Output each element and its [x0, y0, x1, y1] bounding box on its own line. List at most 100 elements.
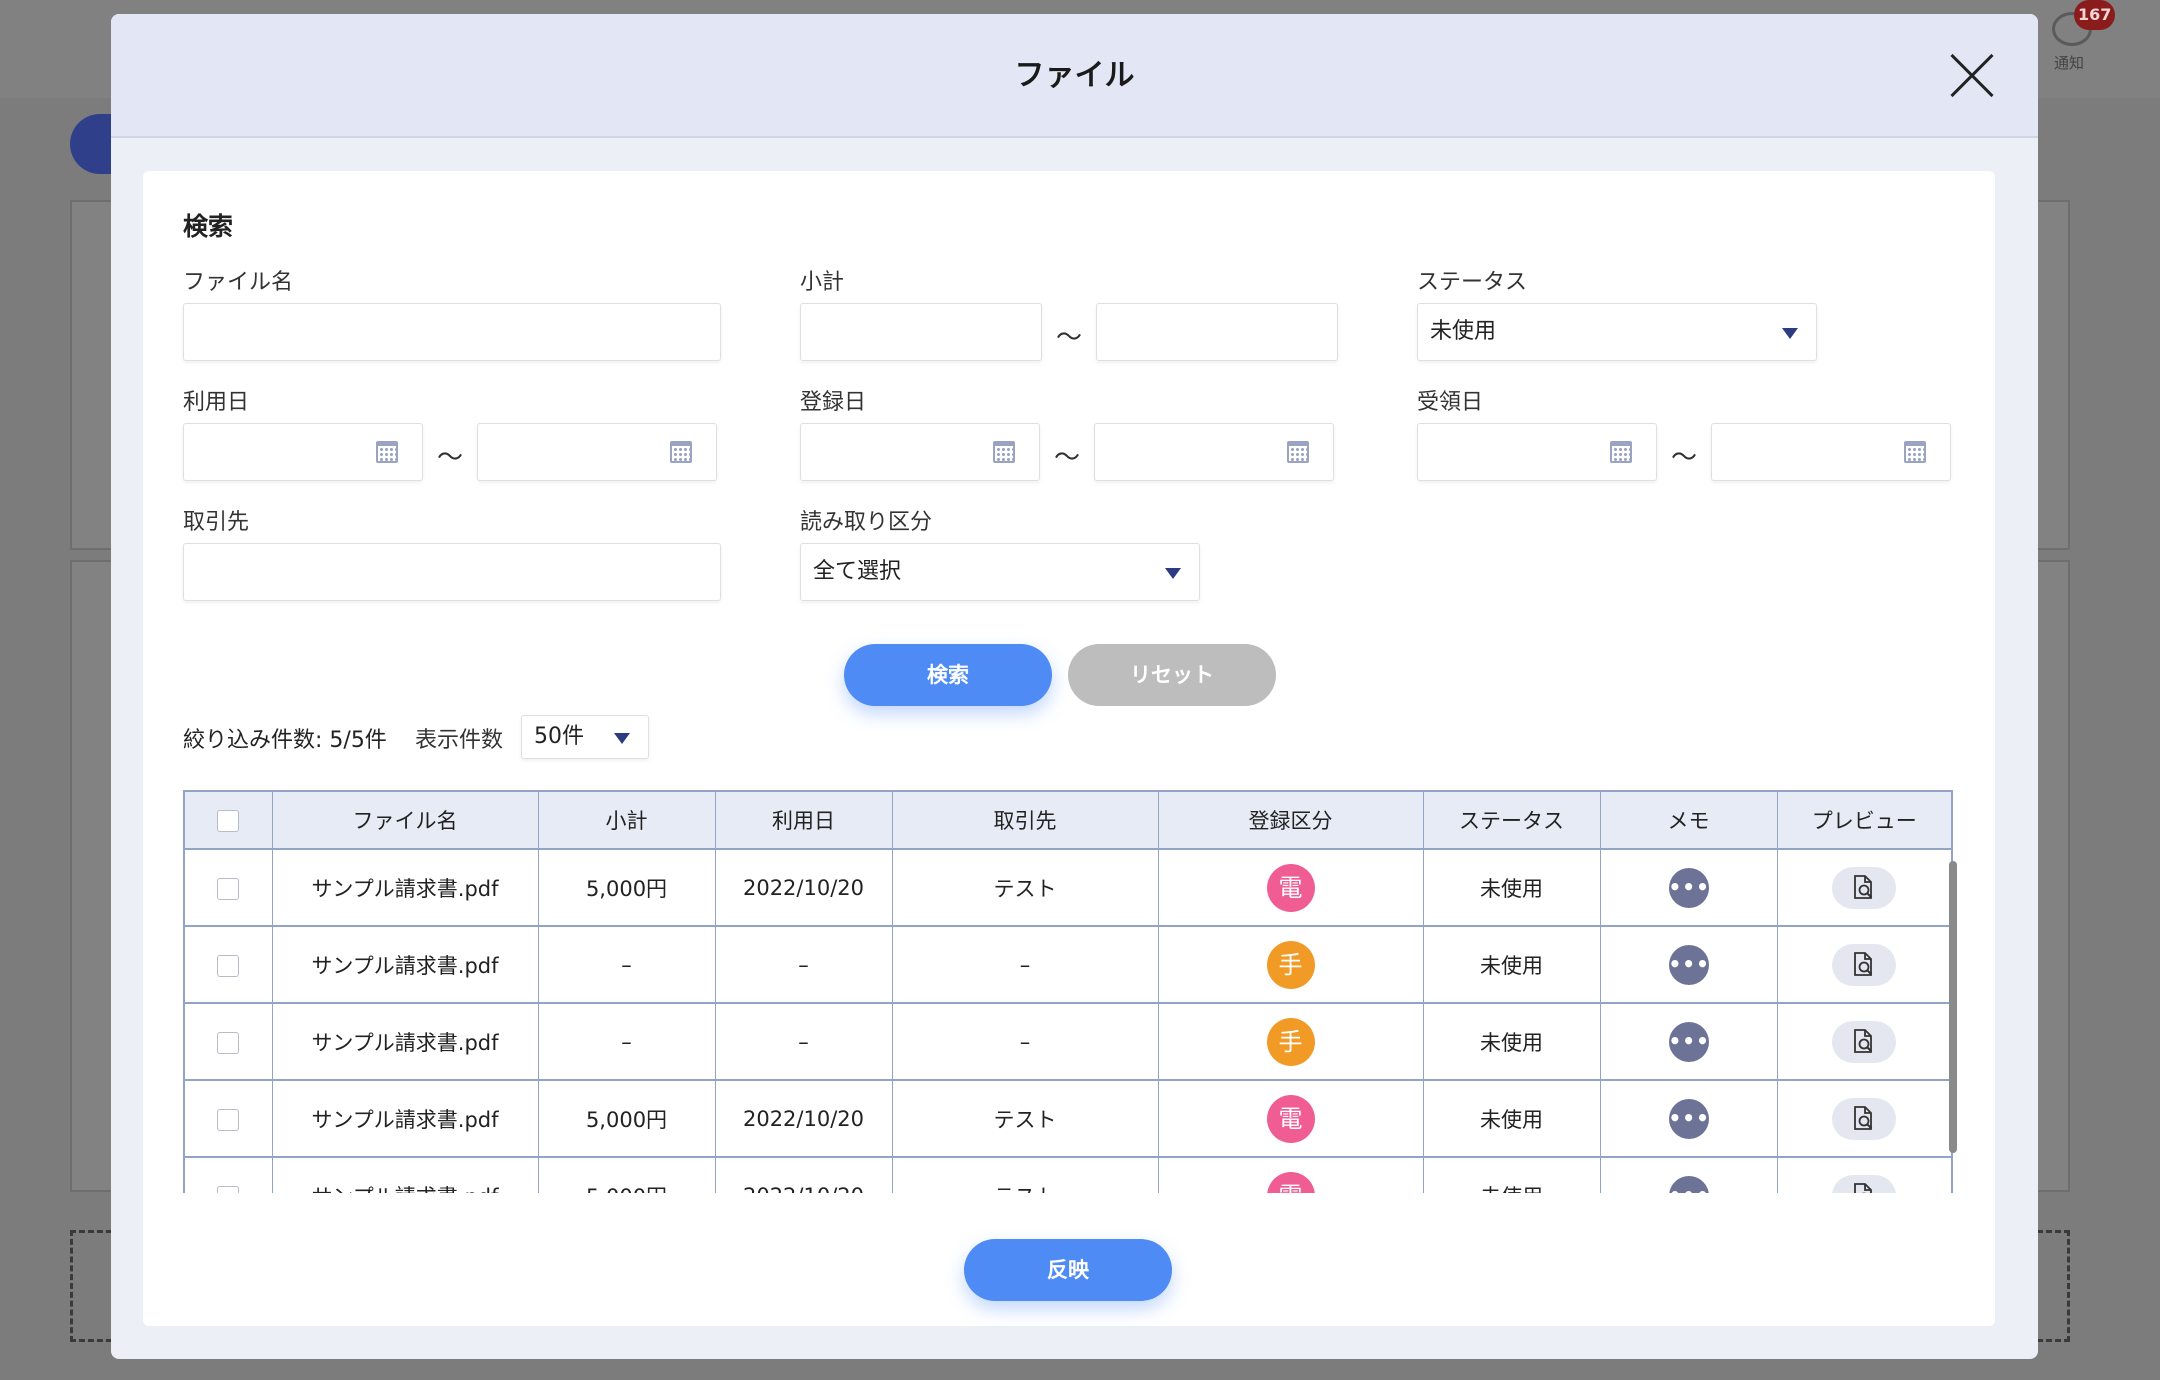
apply-button[interactable]: 反映 [964, 1239, 1172, 1301]
file-name-cell: サンプル請求書.pdf [272, 1003, 539, 1081]
column-header-status: ステータス [1423, 792, 1601, 850]
subtotal-cell: 5,000円 [538, 849, 716, 927]
file-table: ファイル名 小計 利用日 取引先 登録区分 ステータス メモ プレビュー サンプ… [183, 790, 1953, 1193]
calendar-icon[interactable] [1904, 441, 1926, 463]
registered-date-from-input[interactable] [800, 423, 1040, 481]
row-checkbox[interactable] [217, 1031, 240, 1054]
notification-label: 通知 [2054, 54, 2085, 72]
search-button[interactable]: 検索 [844, 644, 1052, 706]
partner-cell: テスト [892, 1080, 1159, 1158]
close-icon[interactable] [1950, 54, 1994, 98]
chevron-down-icon [1165, 568, 1181, 579]
registration-type-badge: 電 [1266, 1171, 1315, 1193]
select-all-checkbox[interactable] [217, 810, 240, 832]
file-name-input[interactable] [183, 303, 721, 361]
usage-date-cell: – [715, 1003, 893, 1081]
registered-date-to-input[interactable] [1094, 423, 1334, 481]
more-dots-icon[interactable]: ••• [1668, 1175, 1709, 1193]
registration-type-cell: 手 [1158, 1003, 1424, 1081]
registered-date-range-separator: 〜 [1054, 443, 1081, 473]
status-cell: 未使用 [1423, 1157, 1601, 1193]
registration-type-cell: 電 [1158, 849, 1424, 927]
row-checkbox[interactable] [217, 877, 240, 900]
usage-date-cell: – [715, 926, 893, 1004]
calendar-icon[interactable] [993, 441, 1015, 463]
status-cell: 未使用 [1423, 849, 1601, 927]
column-header-usage-date: 利用日 [715, 792, 893, 850]
registration-type-badge: 電 [1266, 1094, 1315, 1143]
status-selected-value: 未使用 [1430, 319, 1497, 344]
more-dots-icon[interactable]: ••• [1668, 867, 1709, 908]
table-row[interactable]: サンプル請求書.pdf5,000円2022/10/20テスト 電 未使用 ••• [185, 1080, 1951, 1158]
row-checkbox[interactable] [217, 1108, 240, 1131]
document-search-icon [1854, 951, 1873, 976]
table-scrollbar[interactable] [1949, 861, 1957, 1153]
read-category-select[interactable]: 全て選択 [800, 543, 1200, 601]
registration-type-badge: 手 [1266, 940, 1315, 989]
read-category-selected-value: 全て選択 [813, 559, 902, 584]
table-row[interactable]: サンプル請求書.pdf – – – 手未使用 ••• [185, 926, 1951, 1004]
calendar-icon[interactable] [1610, 441, 1632, 463]
search-section-title: 検索 [183, 212, 234, 241]
subtotal-cell: 5,000円 [538, 1080, 716, 1158]
received-date-label: 受領日 [1417, 390, 1484, 415]
file-name-cell: サンプル請求書.pdf [272, 926, 539, 1004]
memo-cell: ••• [1600, 849, 1778, 927]
subtotal-cell: 5,000円 [538, 1157, 716, 1193]
more-dots-icon[interactable]: ••• [1668, 944, 1709, 985]
received-date-to-input[interactable] [1711, 423, 1951, 481]
more-dots-icon[interactable]: ••• [1668, 1098, 1709, 1139]
chevron-down-icon [1782, 328, 1798, 339]
status-select[interactable]: 未使用 [1417, 303, 1817, 361]
row-select-cell [185, 1003, 273, 1081]
usage-date-from-input[interactable] [183, 423, 423, 481]
subtotal-to-input[interactable] [1096, 303, 1338, 361]
column-header-registration-type: 登録区分 [1158, 792, 1424, 850]
preview-button[interactable] [1832, 1097, 1897, 1140]
registration-type-cell: 電 [1158, 1080, 1424, 1158]
file-name-cell: サンプル請求書.pdf [272, 1157, 539, 1193]
calendar-icon[interactable] [670, 441, 692, 463]
subtotal-cell: – [538, 1003, 716, 1081]
partner-cell: テスト [892, 849, 1159, 927]
column-header-subtotal: 小計 [538, 792, 716, 850]
usage-date-label: 利用日 [183, 390, 250, 415]
preview-button[interactable] [1832, 943, 1897, 986]
row-select-cell [185, 926, 273, 1004]
filtered-count: 絞り込み件数: 5/5件 [183, 728, 387, 753]
status-cell: 未使用 [1423, 1003, 1601, 1081]
file-name-cell: サンプル請求書.pdf [272, 849, 539, 927]
partner-input[interactable] [183, 543, 721, 601]
subtotal-from-input[interactable] [800, 303, 1042, 361]
calendar-icon[interactable] [1287, 441, 1309, 463]
subtotal-range-separator: 〜 [1056, 323, 1083, 353]
preview-cell [1777, 1157, 1951, 1193]
row-checkbox[interactable] [217, 1185, 240, 1193]
modal-content: 検索 ファイル名 小計 〜 ステータス 未使用 利用日 〜 登録日 〜 受領日 [143, 171, 1995, 1326]
more-dots-icon[interactable]: ••• [1668, 1021, 1709, 1062]
chevron-down-icon [614, 733, 630, 744]
preview-button[interactable] [1832, 1020, 1897, 1063]
table-row[interactable]: サンプル請求書.pdf5,000円2022/10/20テスト 電 未使用 ••• [185, 849, 1951, 927]
reset-button[interactable]: リセット [1068, 644, 1276, 706]
preview-button[interactable] [1832, 1174, 1897, 1193]
per-page-label: 表示件数 [415, 728, 504, 753]
read-category-label: 読み取り区分 [800, 510, 933, 535]
registration-type-badge: 電 [1266, 863, 1315, 912]
preview-button[interactable] [1832, 866, 1897, 909]
per-page-select[interactable]: 50件 [521, 715, 649, 759]
notification-badge: 167 [2074, 0, 2116, 30]
received-date-from-input[interactable] [1417, 423, 1657, 481]
row-checkbox[interactable] [217, 954, 240, 977]
subtotal-cell: – [538, 926, 716, 1004]
table-row[interactable]: サンプル請求書.pdf – – – 手未使用 ••• [185, 1003, 1951, 1081]
usage-date-to-input[interactable] [477, 423, 717, 481]
received-date-range-separator: 〜 [1671, 443, 1698, 473]
table-row[interactable]: サンプル請求書.pdf5,000円2022/10/20テスト 電 未使用 ••• [185, 1157, 1951, 1193]
calendar-icon[interactable] [376, 441, 398, 463]
file-name-label: ファイル名 [183, 270, 294, 295]
document-search-icon [1854, 1028, 1873, 1053]
usage-date-cell: 2022/10/20 [715, 849, 893, 927]
preview-cell [1777, 1080, 1951, 1158]
registration-type-badge: 手 [1266, 1017, 1315, 1066]
